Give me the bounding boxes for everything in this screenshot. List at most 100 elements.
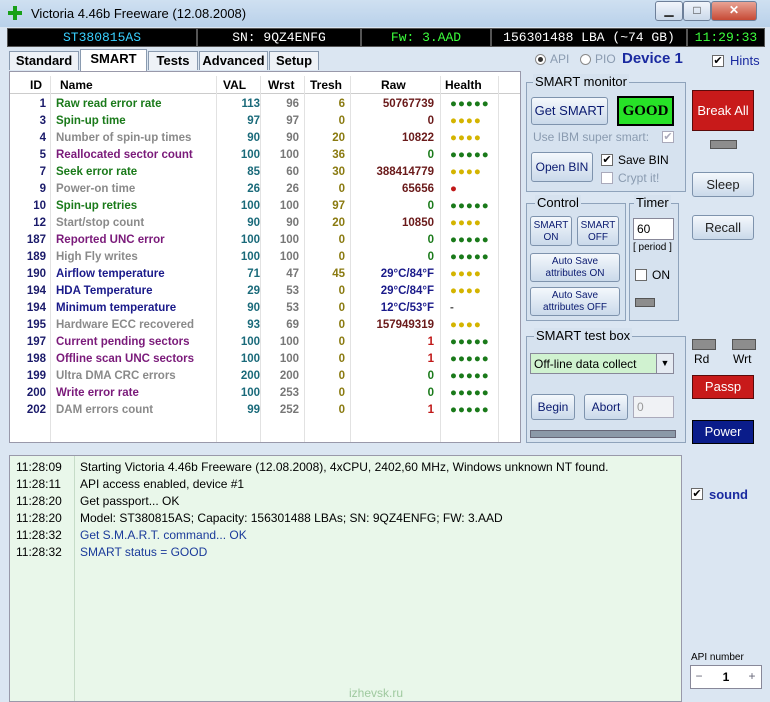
table-row[interactable]: 4 Number of spin-up times 90 90 20 10822 ●●●● [10,130,520,147]
break-all-button[interactable]: Break All [692,90,754,131]
autosave-off-button[interactable]: Auto Save attributes OFF [530,287,620,316]
attr-name: Reallocated sector count [56,149,193,161]
attr-raw: 29°C/84°F [380,285,434,297]
attr-value: 29 [247,285,260,297]
table-row[interactable]: 198 Offline scan UNC sectors 100 100 0 1 ●●●●● [10,351,520,368]
table-row[interactable]: 12 Start/stop count 90 90 20 10850 ●●●● [10,215,520,232]
abort-button[interactable]: Abort [584,394,628,420]
save-bin-checkbox[interactable]: ✔ [601,154,613,166]
header-wrst: Wrst [268,78,295,92]
attr-worst: 90 [286,217,299,229]
recall-button[interactable]: Recall [692,215,754,240]
attr-raw: 1 [427,404,434,416]
attr-value: 93 [247,319,260,331]
attr-health: ●●●●● [450,200,490,212]
tab-smart[interactable]: SMART [80,49,147,71]
attr-name: Offline scan UNC sectors [56,353,195,365]
table-row[interactable]: 7 Seek error rate 85 60 30 388414779 ●●●● [10,164,520,181]
ibm-smart-checkbox[interactable]: ✔ [662,131,674,143]
crypt-checkbox[interactable] [601,172,613,184]
attr-threshold: 97 [332,200,345,212]
table-row[interactable]: 10 Spin-up retries 100 100 97 0 ●●●●● [10,198,520,215]
header-id: ID [30,78,42,92]
attr-threshold: 0 [338,387,345,399]
drive-capacity: 156301488 LBA (~74 GB) [491,28,687,47]
attr-name: HDA Temperature [56,285,153,297]
attr-raw: 0 [427,370,434,382]
table-row[interactable]: 9 Power-on time 26 26 0 65656 ● [10,181,520,198]
timer-input[interactable]: 60 [633,218,674,240]
attr-id: 194 [26,302,46,314]
test-type-select[interactable]: Off-line data collect ▼ [530,353,674,374]
decrement-button[interactable]: − [693,669,705,683]
attr-health: ●●●● [450,115,482,127]
test-progress-input[interactable]: 0 [633,396,674,418]
autosave-on-button[interactable]: Auto Save attributes ON [530,253,620,282]
attr-id: 200 [26,387,46,399]
attr-raw: 0 [427,200,434,212]
table-row[interactable]: 199 Ultra DMA CRC errors 200 200 0 0 ●●●●● [10,368,520,385]
read-indicator [692,339,716,350]
log-line: 11:28:11 API access enabled, device #1 [10,477,680,494]
api-number-spinner[interactable]: − 1 + [690,665,762,689]
attr-health: ●●●● [450,268,482,280]
clock: 11:29:33 [687,28,765,47]
write-indicator [732,339,756,350]
timer-on-checkbox[interactable] [635,269,647,281]
pio-radio[interactable] [580,54,591,65]
test-progress-bar [530,430,676,438]
smart-on-button[interactable]: SMART ON [530,216,572,246]
sleep-button[interactable]: Sleep [692,172,754,197]
table-row[interactable]: 202 DAM errors count 99 252 0 1 ●●●●● [10,402,520,419]
table-row[interactable]: 1 Raw read error rate 113 96 6 50767739 ●●●●● [10,96,520,113]
attr-id: 3 [39,115,46,127]
table-row[interactable]: 187 Reported UNC error 100 100 0 0 ●●●●● [10,232,520,249]
pio-label: PIO [595,52,616,66]
table-row[interactable]: 3 Spin-up time 97 97 0 0 ●●●● [10,113,520,130]
log-message: API access enabled, device #1 [80,477,245,491]
smart-off-button[interactable]: SMART OFF [577,216,619,246]
attr-id: 190 [26,268,46,280]
table-row[interactable]: 189 High Fly writes 100 100 0 0 ●●●●● [10,249,520,266]
close-button[interactable]: ✕ [711,1,757,21]
test-type-value: Off-line data collect [534,357,637,371]
power-button[interactable]: Power [692,420,754,444]
smart-test-label: SMART test box [534,328,633,343]
attr-worst: 47 [286,268,299,280]
attr-raw: 0 [427,234,434,246]
open-bin-button[interactable]: Open BIN [531,152,593,182]
attr-value: 100 [240,234,260,246]
maximize-button[interactable]: □ [683,1,711,21]
log-line: 11:28:32 SMART status = GOOD [10,545,680,562]
passport-button[interactable]: Passp [692,375,754,399]
tab-advanced[interactable]: Advanced [199,51,268,70]
attr-health: ● [450,183,458,195]
tab-tests[interactable]: Tests [148,51,198,70]
table-row[interactable]: 194 HDA Temperature 29 53 0 29°C/84°F ●●●● [10,283,520,300]
hints-checkbox[interactable]: ✔ [712,55,724,67]
chevron-down-icon[interactable]: ▼ [656,354,673,373]
ibm-smart-label: Use IBM super smart: [533,130,650,144]
attr-worst: 100 [279,336,299,348]
table-row[interactable]: 5 Reallocated sector count 100 100 36 0 ●●●●● [10,147,520,164]
table-row[interactable]: 195 Hardware ECC recovered 93 69 0 157949319 ●… [10,317,520,334]
increment-button[interactable]: + [746,669,758,683]
attr-worst: 100 [279,353,299,365]
device-label: Device 1 [622,50,683,67]
minimize-button[interactable]: ▁ [655,1,683,21]
tab-setup[interactable]: Setup [269,51,319,70]
attr-value: 71 [247,268,260,280]
get-smart-button[interactable]: Get SMART [531,97,608,125]
timer-on-label: ON [652,268,670,282]
begin-button[interactable]: Begin [531,394,575,420]
attr-value: 100 [240,200,260,212]
sound-checkbox[interactable]: ✔ [691,488,703,500]
table-row[interactable]: 190 Airflow temperature 71 47 45 29°C/84°F ●●●… [10,266,520,283]
table-row[interactable]: 194 Minimum temperature 90 53 0 12°C/53°F - [10,300,520,317]
table-row[interactable]: 200 Write error rate 100 253 0 0 ●●●●● [10,385,520,402]
tab-standard[interactable]: Standard [9,51,79,70]
api-radio[interactable] [535,54,546,65]
table-row[interactable]: 197 Current pending sectors 100 100 0 1 ●●●●● [10,334,520,351]
attr-worst: 53 [286,302,299,314]
attr-id: 1 [39,98,46,110]
